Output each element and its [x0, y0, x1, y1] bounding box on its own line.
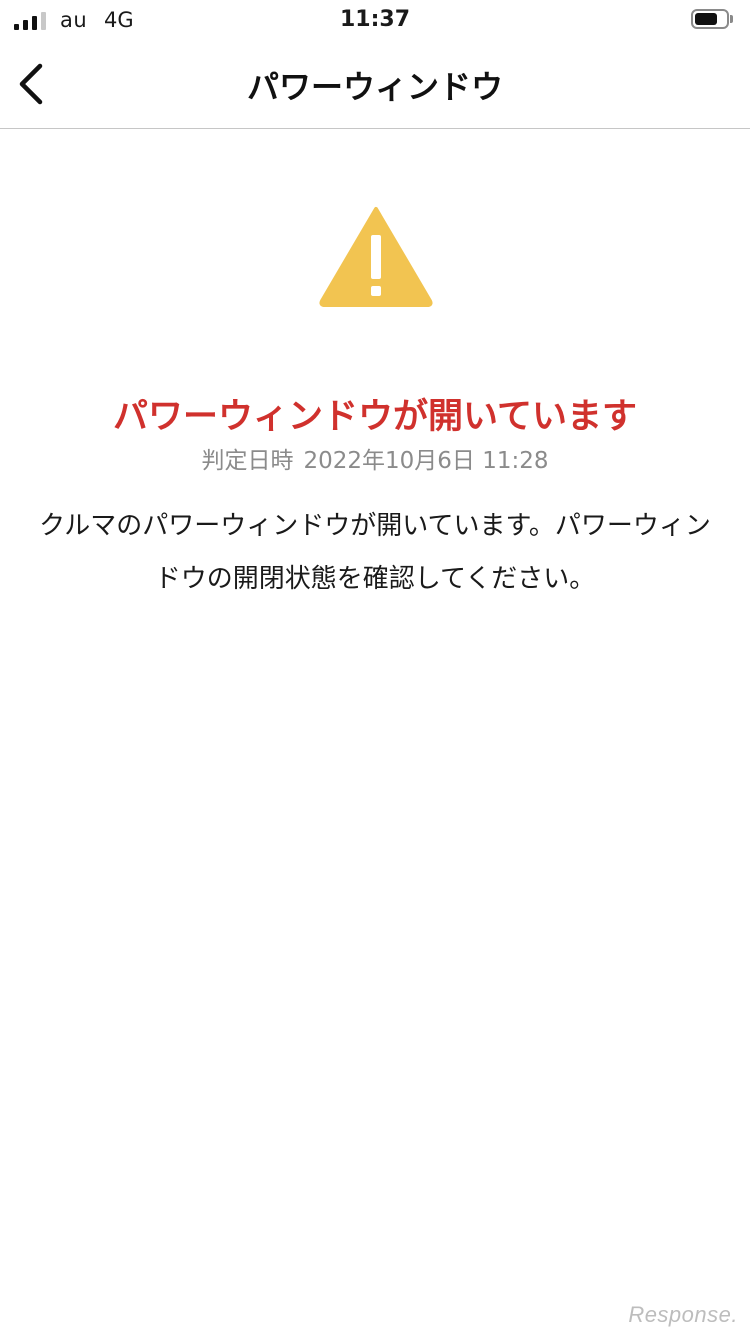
- status-bar: au 4G 11:37: [0, 0, 750, 40]
- response-watermark: Response.: [628, 1302, 738, 1327]
- timestamp-label: 判定日時: [201, 448, 294, 474]
- alert-message: クルマのパワーウィンドウが開いています。パワーウィンドウの開閉状態を確認してくだ…: [39, 511, 711, 594]
- warning-icon: [319, 207, 433, 307]
- alert-title: パワーウィンドウが開いています: [113, 397, 637, 437]
- battery-icon: [691, 9, 733, 29]
- status-clock: 11:37: [339, 7, 411, 32]
- timestamp-value: 2022年10月6日 11:28: [303, 448, 549, 474]
- detection-timestamp: 判定日時 2022年10月6日 11:28: [0, 441, 750, 475]
- page-title: パワーウィンドウ: [246, 68, 503, 106]
- navigation-bar: パワーウィンドウ: [0, 40, 750, 129]
